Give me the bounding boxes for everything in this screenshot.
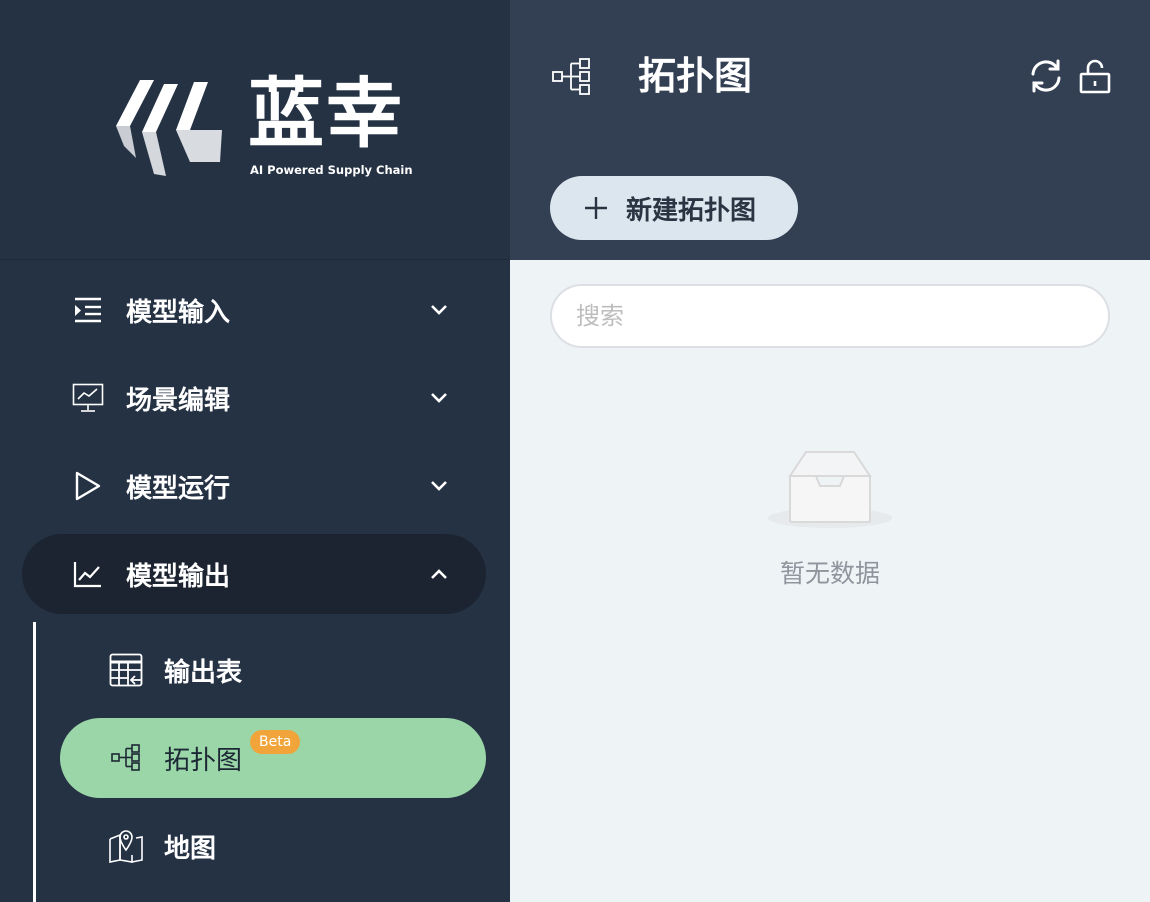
empty-state: 暂无数据 xyxy=(760,446,900,596)
brand-logo-icon xyxy=(116,80,222,176)
page-title: 拓扑图 xyxy=(638,54,753,98)
refresh-icon[interactable] xyxy=(1028,58,1064,94)
main-header: 拓扑图 新建拓扑图 xyxy=(510,0,1150,260)
topology-icon xyxy=(552,58,590,95)
nav-item-label: 拓扑图 xyxy=(164,745,243,776)
nav-item-output-table[interactable]: 输出表 xyxy=(60,630,486,710)
play-icon xyxy=(72,470,104,502)
unlock-icon[interactable] xyxy=(1078,58,1112,94)
nav-item-label: 输出表 xyxy=(164,657,243,688)
nav-item-label: 地图 xyxy=(164,833,217,864)
new-topology-label: 新建拓扑图 xyxy=(626,195,757,226)
nav-item-map[interactable]: 地图 xyxy=(60,806,486,886)
logo-area: 蓝幸 AI Powered Supply Chain xyxy=(0,0,510,260)
empty-state-text: 暂无数据 xyxy=(779,559,880,588)
brand-tagline: AI Powered Supply Chain xyxy=(250,163,413,177)
nav-group-label: 场景编辑 xyxy=(126,385,231,416)
nav-group-model-run[interactable]: 模型运行 xyxy=(22,446,486,526)
chevron-down-icon xyxy=(426,385,452,411)
new-topology-button[interactable]: 新建拓扑图 xyxy=(550,176,798,240)
monitor-chart-icon xyxy=(72,382,104,414)
empty-inbox-icon xyxy=(768,451,892,528)
chevron-down-icon xyxy=(426,297,452,323)
nav-group-label: 模型输出 xyxy=(126,561,231,592)
nav-group-model-input[interactable]: 模型输入 xyxy=(22,270,486,350)
nav-item-topology[interactable]: 拓扑图 Beta xyxy=(60,718,486,798)
indent-list-icon xyxy=(72,294,104,326)
nav-group-label: 模型运行 xyxy=(126,473,231,504)
map-pin-icon xyxy=(108,828,144,864)
nav-group-label: 模型输入 xyxy=(126,297,231,328)
nav-group-scene-edit[interactable]: 场景编辑 xyxy=(22,358,486,438)
table-export-icon xyxy=(108,652,144,688)
chevron-up-icon xyxy=(426,561,452,587)
line-chart-icon xyxy=(72,558,104,590)
search-input[interactable] xyxy=(550,284,1110,348)
nav-group-model-output[interactable]: 模型输出 xyxy=(22,534,486,614)
beta-badge: Beta xyxy=(250,730,301,754)
submenu-rail xyxy=(33,622,36,902)
topology-icon xyxy=(108,740,144,776)
brand-name: 蓝幸 xyxy=(248,69,404,158)
plus-icon xyxy=(585,197,607,219)
chevron-down-icon xyxy=(426,473,452,499)
sidebar: 蓝幸 AI Powered Supply Chain 模型输入 场景编辑 模型运… xyxy=(0,0,510,902)
